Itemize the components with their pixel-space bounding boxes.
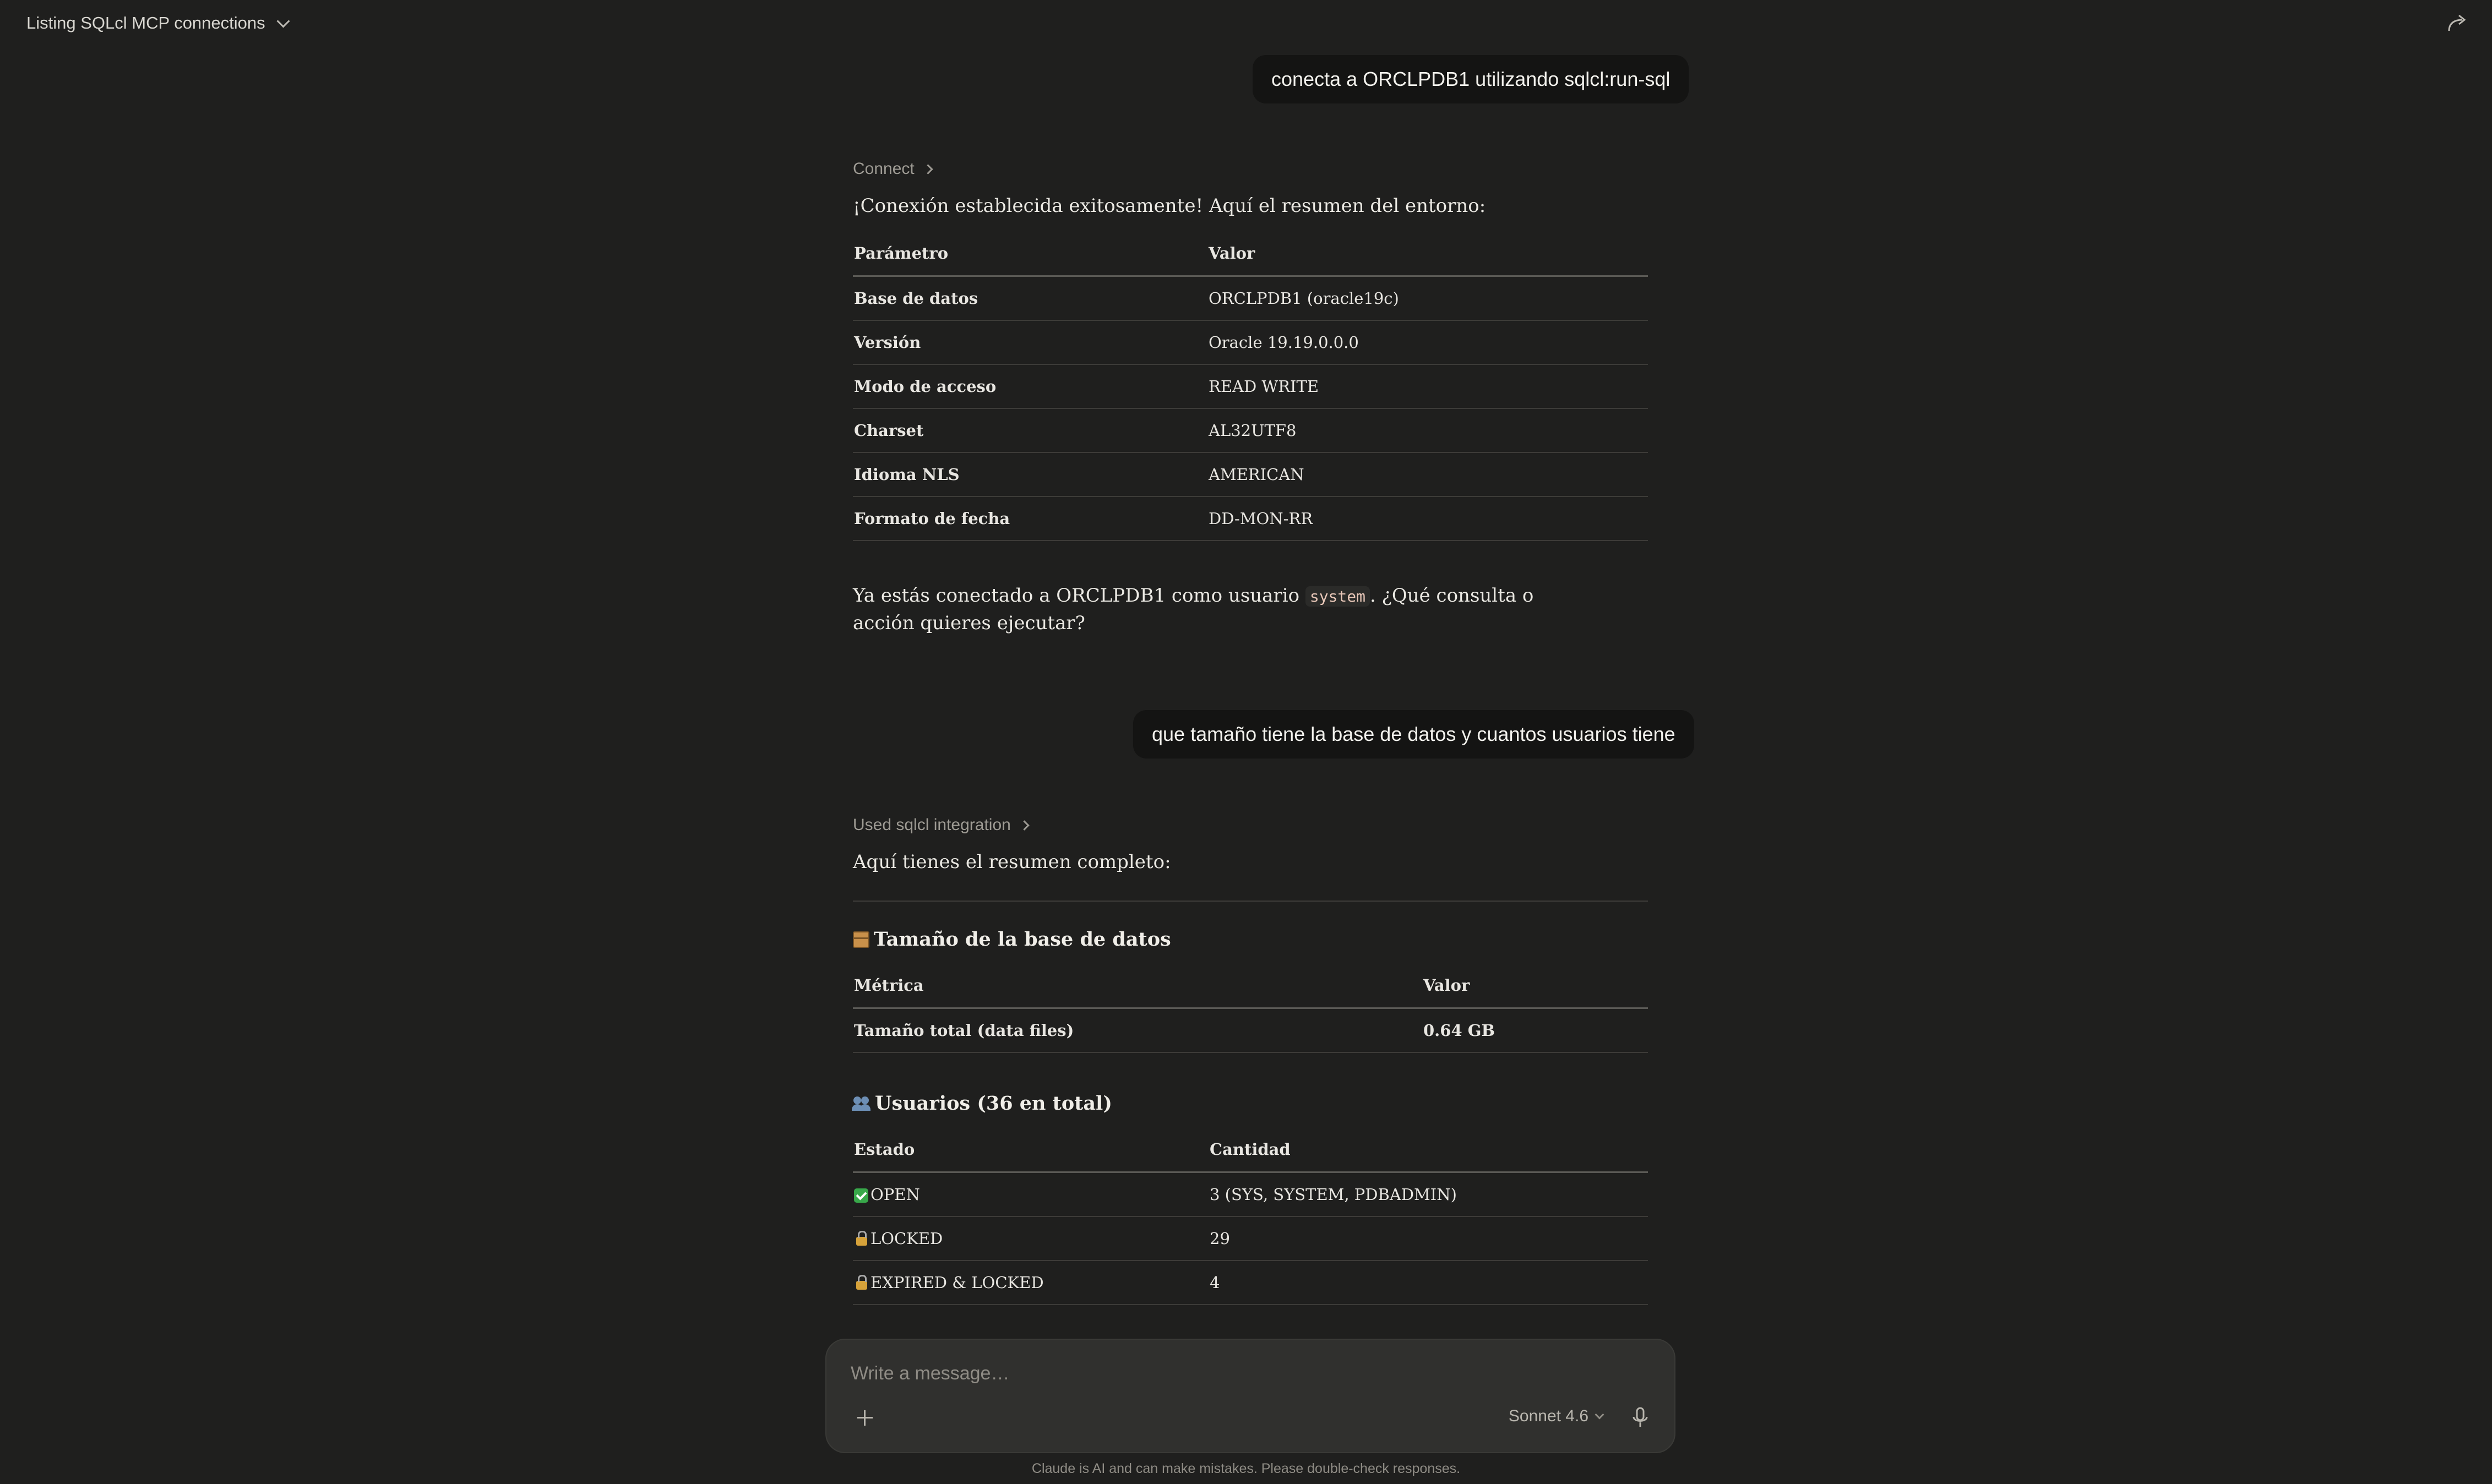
lock-icon (856, 1231, 867, 1246)
outro-text: Ya estás conectado a ORCLPDB1 como usuar… (853, 585, 1305, 607)
model-selector[interactable]: Sonnet 4.6 (1508, 1407, 1604, 1426)
table-cell: Oracle 19.19.0.0.0 (1207, 320, 1648, 365)
environment-table: Parámetro Valor Base de datos ORCLPDB1 (o… (853, 231, 1648, 541)
table-cell: AMERICAN (1207, 452, 1648, 497)
size-table: Métrica Valor Tamaño total (data files) … (853, 963, 1648, 1053)
disclaimer: Claude is AI and can make mistakes. Plea… (1031, 1461, 1461, 1476)
table-row: Versión Oracle 19.19.0.0.0 (853, 320, 1648, 365)
assistant-outro: Ya estás conectado a ORCLPDB1 como usuar… (853, 582, 1585, 636)
chevron-right-icon (923, 163, 933, 174)
model-name: Sonnet 4.6 (1508, 1407, 1588, 1425)
share-icon[interactable] (2446, 12, 2470, 34)
divider (853, 901, 1648, 902)
table-cell: Base de datos (853, 276, 1207, 321)
table-cell: 4 (1209, 1261, 1648, 1305)
status-label: OPEN (870, 1185, 920, 1204)
table-row: Modo de acceso READ WRITE (853, 364, 1648, 409)
user-message: que tamaño tiene la base de datos y cuan… (1133, 710, 1694, 759)
message-input[interactable]: Write a message… (851, 1363, 1009, 1384)
table-cell: Idioma NLS (853, 452, 1207, 497)
chevron-down-icon (1595, 1410, 1604, 1420)
user-message: conecta a ORCLPDB1 utilizando sqlcl:run-… (1253, 55, 1689, 103)
table-header: Cantidad (1209, 1127, 1648, 1173)
table-cell: OPEN (853, 1172, 1209, 1217)
table-row: Tamaño total (data files) 0.64 GB (853, 1008, 1648, 1053)
table-cell: ORCLPDB1 (oracle19c) (1207, 276, 1648, 321)
section-heading: Tamaño de la base de datos (853, 928, 1171, 951)
table-cell: Charset (853, 408, 1207, 453)
table-row: Formato de fecha DD-MON-RR (853, 497, 1648, 541)
microphone-icon[interactable] (1630, 1406, 1650, 1430)
table-header: Métrica (853, 963, 1422, 1009)
section-heading: Usuarios (36 en total) (852, 1092, 1112, 1115)
table-row: Base de datos ORCLPDB1 (oracle19c) (853, 276, 1648, 321)
table-cell: READ WRITE (1207, 364, 1648, 409)
table-cell: Versión (853, 320, 1207, 365)
table-cell: Modo de acceso (853, 364, 1207, 409)
plus-icon[interactable] (855, 1408, 875, 1428)
people-icon (852, 1096, 870, 1111)
table-cell: Formato de fecha (853, 497, 1207, 541)
table-row: EXPIRED & LOCKED 4 (853, 1261, 1648, 1305)
table-row: Idioma NLS AMERICAN (853, 452, 1648, 497)
table-cell: Tamaño total (data files) (853, 1008, 1422, 1053)
table-header: Parámetro (853, 231, 1207, 277)
tool-call-label: Connect (853, 160, 915, 178)
message-composer[interactable]: Write a message… Sonnet 4.6 (825, 1339, 1675, 1453)
tool-call-label: Used sqlcl integration (853, 816, 1011, 834)
table-cell: 3 (SYS, SYSTEM, PDBADMIN) (1209, 1172, 1648, 1217)
assistant-intro: Aquí tienes el resumen completo: (853, 851, 1171, 873)
table-cell: DD-MON-RR (1207, 497, 1648, 541)
table-row: Charset AL32UTF8 (853, 408, 1648, 453)
section-title: Tamaño de la base de datos (874, 928, 1171, 951)
table-cell: EXPIRED & LOCKED (853, 1261, 1209, 1305)
table-header: Valor (1207, 231, 1648, 277)
users-table: Estado Cantidad OPEN 3 (SYS, SYSTEM, PDB… (853, 1127, 1648, 1305)
table-row: OPEN 3 (SYS, SYSTEM, PDBADMIN) (853, 1172, 1648, 1217)
tool-call-sqlcl[interactable]: Used sqlcl integration (853, 816, 1030, 834)
user-message-text: que tamaño tiene la base de datos y cuan… (1152, 723, 1675, 745)
lock-icon (856, 1275, 867, 1290)
assistant-intro: ¡Conexión establecida exitosamente! Aquí… (853, 195, 1486, 217)
table-cell: LOCKED (853, 1216, 1209, 1261)
chevron-right-icon (1019, 820, 1030, 831)
check-icon (854, 1188, 868, 1203)
user-message-text: conecta a ORCLPDB1 utilizando sqlcl:run-… (1271, 68, 1671, 90)
section-title: Usuarios (36 en total) (875, 1092, 1112, 1115)
status-label: EXPIRED & LOCKED (870, 1273, 1044, 1292)
conversation-title-text: Listing SQLcl MCP connections (26, 13, 265, 32)
table-row: LOCKED 29 (853, 1216, 1648, 1261)
chevron-down-icon (276, 14, 290, 28)
package-icon (853, 931, 869, 948)
status-label: LOCKED (870, 1229, 943, 1248)
table-header: Estado (853, 1127, 1209, 1173)
table-header: Valor (1422, 963, 1648, 1009)
inline-code: system (1305, 586, 1370, 607)
tool-call-connect[interactable]: Connect (853, 160, 933, 178)
table-cell: 29 (1209, 1216, 1648, 1261)
table-cell: AL32UTF8 (1207, 408, 1648, 453)
table-cell: 0.64 GB (1422, 1008, 1648, 1053)
conversation-title[interactable]: Listing SQLcl MCP connections (26, 12, 290, 34)
